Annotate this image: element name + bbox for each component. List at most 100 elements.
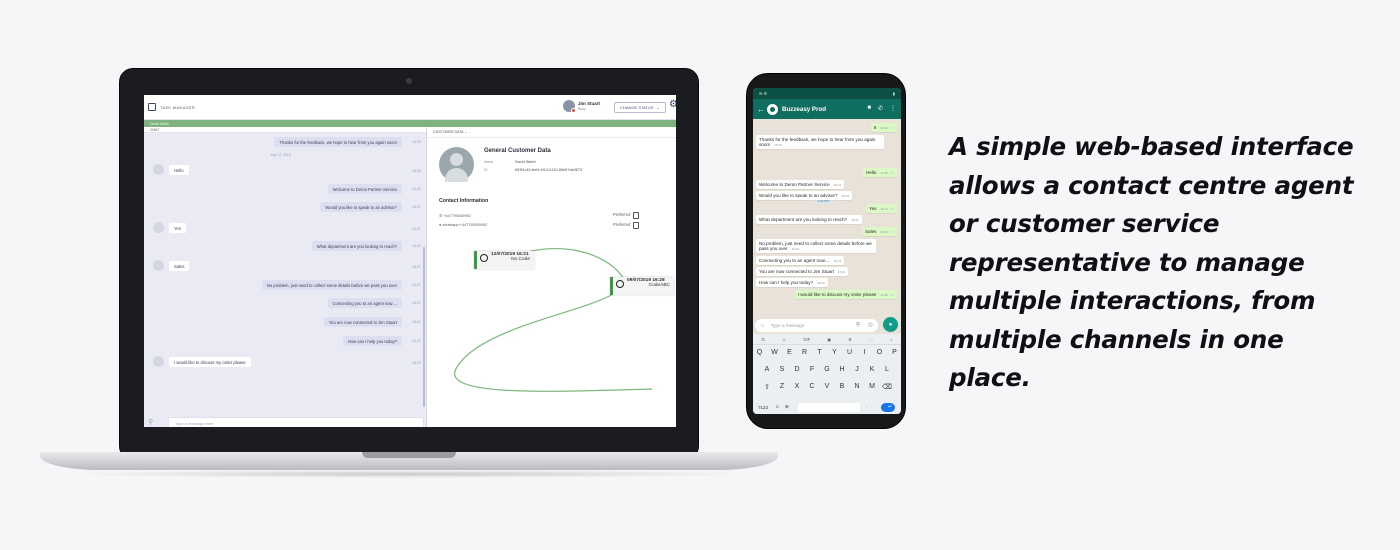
chat-date: July 12, 2019 bbox=[270, 153, 291, 157]
key[interactable]: X bbox=[792, 383, 802, 391]
video-call-icon[interactable]: ■ bbox=[867, 105, 871, 112]
phone-message-text: I would like to discuss my order please bbox=[797, 291, 877, 297]
google-icon[interactable]: G bbox=[762, 337, 765, 342]
shift-icon[interactable]: ⇧ bbox=[762, 383, 772, 391]
key[interactable]: C bbox=[807, 383, 817, 391]
settings-icon[interactable]: ⚙ bbox=[848, 337, 852, 342]
more-menu-icon[interactable]: ⋮ bbox=[890, 105, 896, 112]
laptop-shadow bbox=[60, 470, 760, 478]
phone-message: Thanks for the feedback, we hope to hear… bbox=[756, 135, 884, 150]
key[interactable]: B bbox=[837, 383, 847, 391]
key[interactable]: G bbox=[822, 366, 832, 373]
key[interactable]: H bbox=[837, 366, 847, 373]
phone-message: Welcome to Demo Partner Service 16:21 bbox=[756, 180, 845, 189]
phone-frame: ✉ ⚙ ▮ ← Buzzeasy Prod ■ ✆ ⋮ 5 16:20✓✓ Tha… bbox=[746, 73, 906, 429]
message-bubble: You are now connected to Jim Stuart bbox=[323, 317, 402, 327]
key[interactable]: W bbox=[770, 349, 780, 356]
phone-input-placeholder: Type a message bbox=[770, 323, 805, 328]
key[interactable]: S bbox=[777, 366, 787, 373]
key[interactable]: P bbox=[890, 349, 900, 356]
message-time: 16:21 bbox=[412, 301, 421, 305]
phone-message-text: Connecting you to an agent now.... bbox=[759, 257, 830, 263]
key[interactable]: R bbox=[800, 349, 810, 356]
active-interaction-strip[interactable]: David Webb bbox=[144, 120, 676, 127]
key[interactable]: N bbox=[852, 383, 862, 391]
key[interactable]: E bbox=[785, 349, 795, 356]
message-time: 16:21 bbox=[412, 320, 421, 324]
message-bubble: Connecting you to an agent now.... bbox=[327, 298, 402, 308]
message-bubble: No problem, just need to collect some de… bbox=[261, 280, 402, 290]
backspace-icon[interactable]: ⌫ bbox=[882, 383, 892, 391]
sticker-icon[interactable]: ☺ bbox=[782, 337, 786, 342]
message-input[interactable]: Type a message here bbox=[168, 417, 424, 427]
mic-icon: ● bbox=[888, 321, 893, 328]
key[interactable]: F bbox=[807, 366, 817, 373]
contact-name[interactable]: Buzzeasy Prod bbox=[782, 106, 826, 113]
key[interactable]: Q bbox=[755, 349, 765, 356]
chat-scrollbar[interactable] bbox=[423, 247, 425, 407]
mic-button[interactable]: ● bbox=[883, 317, 898, 332]
phone-message-time: 16:21 bbox=[880, 206, 888, 211]
keyboard: G ☺ GIF ▣ ⚙ ⋯ ♪ QWERTYUIOP ASDFGHJKL ⇧ Z X… bbox=[753, 334, 901, 414]
chevron-down-icon: ⌄ bbox=[656, 105, 660, 110]
key[interactable]: J bbox=[852, 366, 862, 373]
back-arrow-icon[interactable]: ← bbox=[757, 105, 765, 114]
gif-button[interactable]: GIF bbox=[803, 337, 810, 342]
change-status-button[interactable]: CHANGE STATUS ⌄ bbox=[614, 102, 666, 113]
keyboard-row-3: ⇧ Z X C V B N M ⌫ bbox=[753, 383, 901, 391]
keyboard-toolbar: G ☺ GIF ▣ ⚙ ⋯ ♪ bbox=[753, 334, 901, 345]
message-time: 16:20 bbox=[412, 169, 421, 173]
emoji-key-icon[interactable]: ☺ bbox=[775, 404, 780, 409]
period-key[interactable]: . bbox=[866, 404, 867, 409]
phone-message-text: No problem, just need to collect some de… bbox=[759, 240, 872, 252]
phone-message: You are now connected to Jim Stuart 16:21 bbox=[756, 267, 849, 276]
key[interactable]: Z bbox=[777, 383, 787, 391]
attach-icon[interactable]: ⚲ bbox=[856, 322, 860, 328]
phone-message-text: What department are you looking to reach… bbox=[759, 216, 848, 222]
key[interactable]: A bbox=[762, 366, 772, 373]
camera-icon[interactable]: ◎ bbox=[868, 322, 873, 328]
key[interactable]: M bbox=[867, 383, 877, 391]
interaction-card[interactable]: 12/07/2019 16:21 No Code bbox=[474, 251, 534, 269]
phone-message: How can I help you today? 16:22 bbox=[756, 278, 828, 287]
clipboard-icon[interactable]: ▣ bbox=[827, 337, 831, 342]
customer-avatar bbox=[153, 222, 164, 233]
phone-message: Sales 16:21✓✓ bbox=[861, 227, 897, 236]
phone-message-time: 16:21 bbox=[851, 217, 859, 222]
interaction-card[interactable]: 09/07/2019 16:28 CodeABC bbox=[610, 277, 674, 295]
key[interactable]: Y bbox=[830, 349, 840, 356]
phone-call-icon[interactable]: ✆ bbox=[878, 105, 883, 112]
attachment-icon[interactable]: ⚲ bbox=[148, 419, 153, 426]
mic-icon[interactable]: ♪ bbox=[890, 337, 892, 342]
contact-avatar[interactable] bbox=[767, 103, 778, 115]
message-bubble: Would you like to speak to an advisor? bbox=[320, 202, 402, 212]
change-status-label: CHANGE STATUS bbox=[620, 105, 654, 110]
key[interactable]: U bbox=[845, 349, 855, 356]
phone-message: Yes 16:21✓✓ bbox=[865, 204, 897, 213]
key[interactable]: D bbox=[792, 366, 802, 373]
space-bar[interactable] bbox=[798, 403, 860, 412]
message-time: 16:21 bbox=[412, 265, 421, 269]
phone-message-text: Welcome to Demo Partner Service bbox=[759, 181, 830, 187]
globe-icon[interactable]: ⊕ bbox=[785, 404, 789, 410]
phone-message-text: Sales bbox=[864, 228, 877, 234]
message-time: 16:22 bbox=[412, 339, 421, 343]
read-tick-icon: ✓✓ bbox=[888, 125, 894, 130]
phone-message-text: Hello bbox=[865, 169, 877, 175]
enter-key[interactable]: ↵ bbox=[881, 403, 895, 412]
read-tick-icon: ✓✓ bbox=[888, 229, 894, 234]
numbers-key[interactable]: ?123 bbox=[758, 405, 768, 410]
gear-icon[interactable]: ⚙ bbox=[669, 100, 676, 110]
phone-message-time: 16:21 bbox=[841, 193, 850, 198]
key[interactable]: I bbox=[860, 349, 870, 356]
key[interactable]: O bbox=[875, 349, 885, 356]
key[interactable]: K bbox=[867, 366, 877, 373]
user-status: Busy bbox=[578, 107, 586, 111]
chat-header: CHAT bbox=[144, 127, 426, 133]
card-subtitle: CodeABC bbox=[648, 283, 670, 288]
key[interactable]: T bbox=[815, 349, 825, 356]
key[interactable]: L bbox=[882, 366, 892, 373]
key[interactable]: V bbox=[822, 383, 832, 391]
emoji-icon[interactable]: ☺ bbox=[760, 323, 765, 328]
more-icon[interactable]: ⋯ bbox=[869, 337, 873, 342]
